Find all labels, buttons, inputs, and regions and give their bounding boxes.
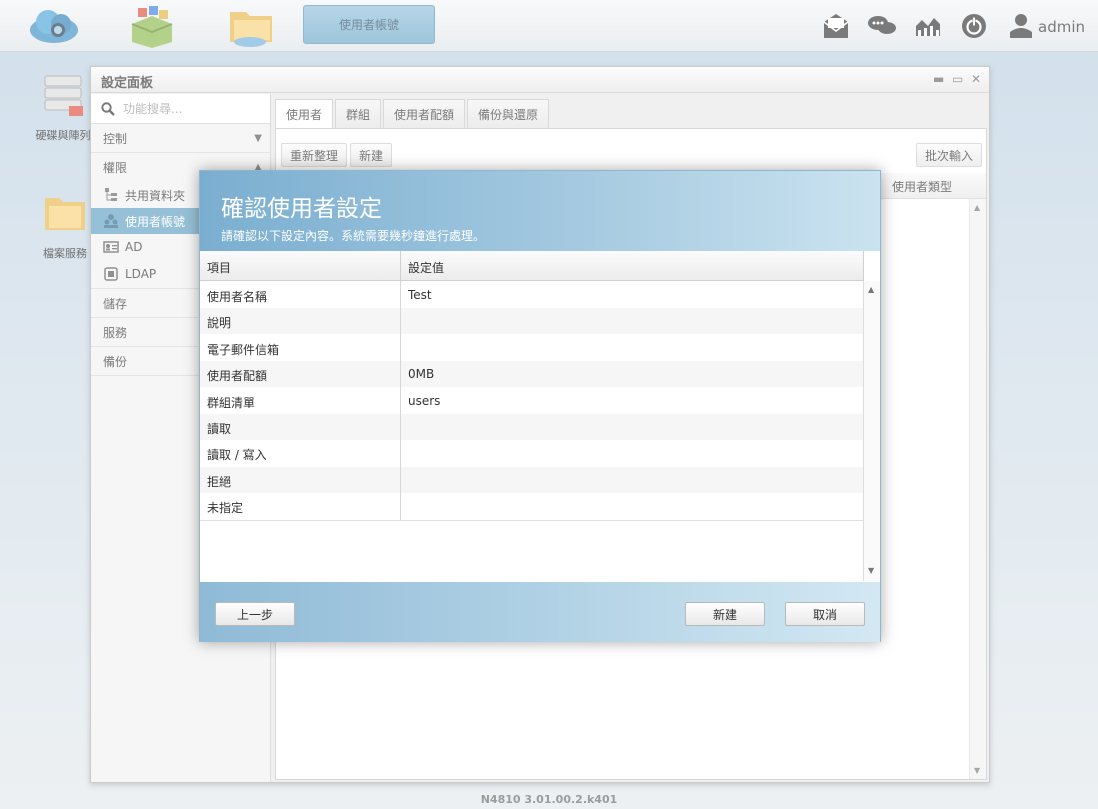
table-row: 說明 bbox=[200, 308, 863, 334]
table-row: 群組清單 users bbox=[200, 388, 863, 414]
table-row: 讀取 bbox=[200, 414, 863, 440]
dialog-title: 確認使用者設定 bbox=[221, 196, 382, 222]
dialog-footer: 上一步 新建 取消 bbox=[200, 582, 880, 642]
table-row: 使用者名稱 Test bbox=[200, 282, 863, 308]
dialog-header: 確認使用者設定 請確認以下設定內容。系統需要幾秒鐘進行處理。 bbox=[200, 171, 880, 251]
row-item: 拒絕 bbox=[207, 475, 232, 489]
grid-header: 項目 設定值 bbox=[200, 251, 864, 281]
dialog-scrollbar[interactable]: ▲ ▼ bbox=[863, 281, 880, 581]
dialog-subtitle: 請確認以下設定內容。系統需要幾秒鐘進行處理。 bbox=[221, 229, 486, 243]
cancel-button[interactable]: 取消 bbox=[785, 602, 865, 626]
settings-summary-grid: 項目 設定值 使用者名稱 Test 說明 電子郵件信箱 使用者配額 0MB 群組… bbox=[200, 251, 880, 581]
confirm-user-dialog: 確認使用者設定 請確認以下設定內容。系統需要幾秒鐘進行處理。 項目 設定值 使用… bbox=[199, 170, 881, 642]
grid-bottom-line bbox=[200, 520, 863, 521]
back-button[interactable]: 上一步 bbox=[215, 602, 295, 626]
row-item: 讀取 bbox=[207, 422, 232, 436]
table-row: 未指定 bbox=[200, 493, 863, 519]
row-item: 電子郵件信箱 bbox=[207, 343, 280, 357]
table-row: 讀取 / 寫入 bbox=[200, 440, 863, 466]
column-item[interactable]: 項目 bbox=[207, 259, 231, 276]
row-value: users bbox=[408, 394, 441, 408]
row-item: 說明 bbox=[207, 316, 232, 330]
create-button[interactable]: 新建 bbox=[685, 602, 765, 626]
row-item: 未指定 bbox=[207, 501, 244, 515]
table-row: 電子郵件信箱 bbox=[200, 335, 863, 361]
column-divider bbox=[863, 251, 864, 281]
column-divider bbox=[400, 281, 401, 520]
row-value: 0MB bbox=[408, 367, 435, 381]
table-row: 拒絕 bbox=[200, 467, 863, 493]
row-item: 群組清單 bbox=[207, 396, 256, 410]
row-item: 使用者名稱 bbox=[207, 290, 268, 304]
row-item: 使用者配額 bbox=[207, 369, 268, 383]
scroll-down-icon[interactable]: ▼ bbox=[868, 566, 874, 575]
column-value[interactable]: 設定值 bbox=[408, 259, 444, 276]
table-row: 使用者配額 0MB bbox=[200, 361, 863, 387]
column-divider bbox=[400, 251, 401, 281]
scroll-up-icon[interactable]: ▲ bbox=[868, 285, 874, 294]
row-item: 讀取 / 寫入 bbox=[207, 448, 267, 462]
row-value: Test bbox=[408, 288, 432, 302]
